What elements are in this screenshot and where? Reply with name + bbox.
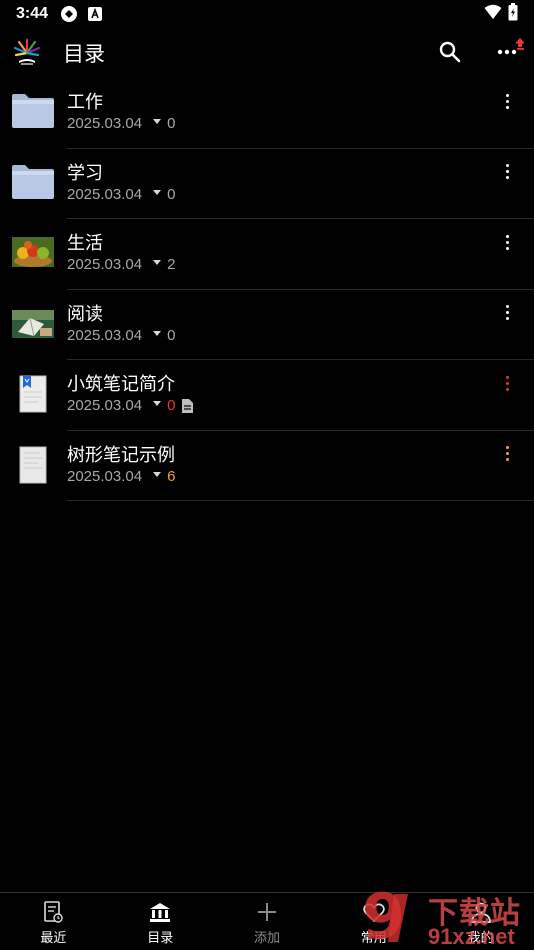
item-count: 6 [167, 467, 176, 485]
item-menu-button[interactable] [496, 372, 518, 394]
item-count: 0 [167, 397, 176, 414]
item-date: 2025.03.04 [67, 326, 143, 344]
item-title: 学习 [67, 162, 103, 184]
item-menu-button[interactable] [496, 90, 518, 112]
folder-icon [10, 161, 56, 205]
item-meta: 2025.03.04 0 [67, 115, 175, 132]
menu-dot [505, 381, 509, 385]
menu-dot [505, 99, 509, 103]
item-menu-button[interactable] [496, 231, 518, 253]
item-meta: 2025.03.04 0 [67, 186, 175, 203]
item-date: 2025.03.04 [67, 467, 143, 485]
status-bar: 3:44 [0, 0, 534, 28]
item-meta: 2025.03.04 2 [67, 256, 175, 273]
item-date: 2025.03.04 [67, 256, 143, 273]
bookmarked-note-icon [10, 372, 56, 416]
menu-dot [505, 240, 509, 244]
item-count: 0 [167, 115, 176, 132]
search-button[interactable] [436, 38, 464, 66]
nav-item-0[interactable]: 最近 [0, 893, 107, 950]
list-item[interactable]: 小筑笔记简介 2025.03.04 0 [0, 360, 534, 431]
menu-dot [505, 452, 509, 455]
list-item[interactable]: 工作 2025.03.04 0 [0, 78, 534, 149]
folder-icon [10, 90, 56, 134]
menu-dot [505, 176, 509, 179]
note-page-icon [10, 443, 56, 487]
item-menu-button[interactable] [496, 161, 518, 183]
battery-icon [508, 3, 518, 25]
nav-label: 目录 [147, 930, 174, 946]
list-item[interactable]: 阅读 2025.03.04 0 [0, 290, 534, 360]
item-title: 树形笔记示例 [67, 444, 175, 466]
app-logo-icon [12, 37, 42, 67]
page-title: 目录 [63, 42, 105, 66]
item-date: 2025.03.04 [67, 397, 143, 414]
item-meta: 2025.03.04 0 [67, 397, 194, 414]
sync-icon [60, 5, 78, 23]
item-title: 小筑笔记简介 [67, 374, 175, 395]
menu-dot [505, 317, 509, 320]
expand-caret-icon[interactable] [153, 401, 162, 406]
item-date: 2025.03.04 [67, 185, 143, 203]
directory-list: 工作 2025.03.04 0 学习 2025.03.04 0 生活 2025.03.04 2 阅… [0, 78, 534, 501]
item-count: 2 [167, 256, 176, 273]
menu-dot [505, 246, 509, 250]
list-item[interactable]: 树形笔记示例 2025.03.04 6 [0, 431, 534, 501]
watermark-text-en: 91xz.net [428, 924, 515, 949]
item-meta: 2025.03.04 0 [67, 327, 175, 344]
menu-dot [505, 375, 509, 379]
menu-dot [505, 387, 509, 391]
item-menu-button[interactable] [496, 443, 518, 465]
menu-dot [505, 446, 509, 449]
expand-caret-icon[interactable] [153, 119, 162, 124]
nav-label: 最近 [40, 930, 67, 946]
expand-caret-icon[interactable] [153, 330, 162, 336]
item-title: 阅读 [67, 303, 103, 325]
list-item[interactable]: 生活 2025.03.04 2 [0, 219, 534, 290]
library-icon [148, 900, 172, 924]
status-time: 3:44 [16, 5, 49, 22]
item-meta: 2025.03.04 6 [67, 468, 175, 485]
menu-dot [505, 305, 509, 308]
nav-label: 添加 [253, 930, 280, 946]
menu-dot [505, 234, 509, 238]
search-icon [439, 41, 461, 63]
item-date: 2025.03.04 [67, 115, 143, 132]
menu-dot [505, 93, 509, 97]
upload-badge-icon [515, 38, 525, 50]
wifi-icon [484, 4, 502, 24]
expand-caret-icon[interactable] [153, 260, 162, 265]
list-item[interactable]: 学习 2025.03.04 0 [0, 149, 534, 219]
nav-item-1[interactable]: 目录 [107, 893, 214, 950]
item-title: 生活 [67, 233, 103, 254]
item-count: 0 [167, 326, 176, 344]
menu-dot [505, 105, 509, 109]
item-menu-button[interactable] [496, 302, 518, 324]
more-horizontal-icon [497, 38, 525, 55]
menu-dot [505, 164, 509, 167]
reading-photo-icon [10, 302, 56, 346]
recent-note-icon [41, 900, 65, 924]
menu-dot [505, 170, 509, 173]
site-watermark: 9 下载站 91xz.net [362, 880, 534, 950]
menu-dot [505, 458, 509, 461]
item-count: 0 [167, 185, 176, 203]
item-title: 工作 [67, 92, 103, 113]
app-a-icon [86, 5, 104, 23]
expand-caret-icon[interactable] [153, 189, 162, 195]
fruit-bowl-icon [10, 231, 56, 275]
plus-icon [255, 900, 279, 924]
nav-item-2[interactable]: 添加 [214, 893, 321, 950]
more-options-button[interactable] [492, 36, 525, 66]
app-bar: 目录 [0, 28, 534, 78]
divider [67, 500, 534, 501]
menu-dot [505, 311, 509, 314]
expand-caret-icon[interactable] [153, 471, 162, 477]
document-badge-icon [182, 398, 194, 413]
